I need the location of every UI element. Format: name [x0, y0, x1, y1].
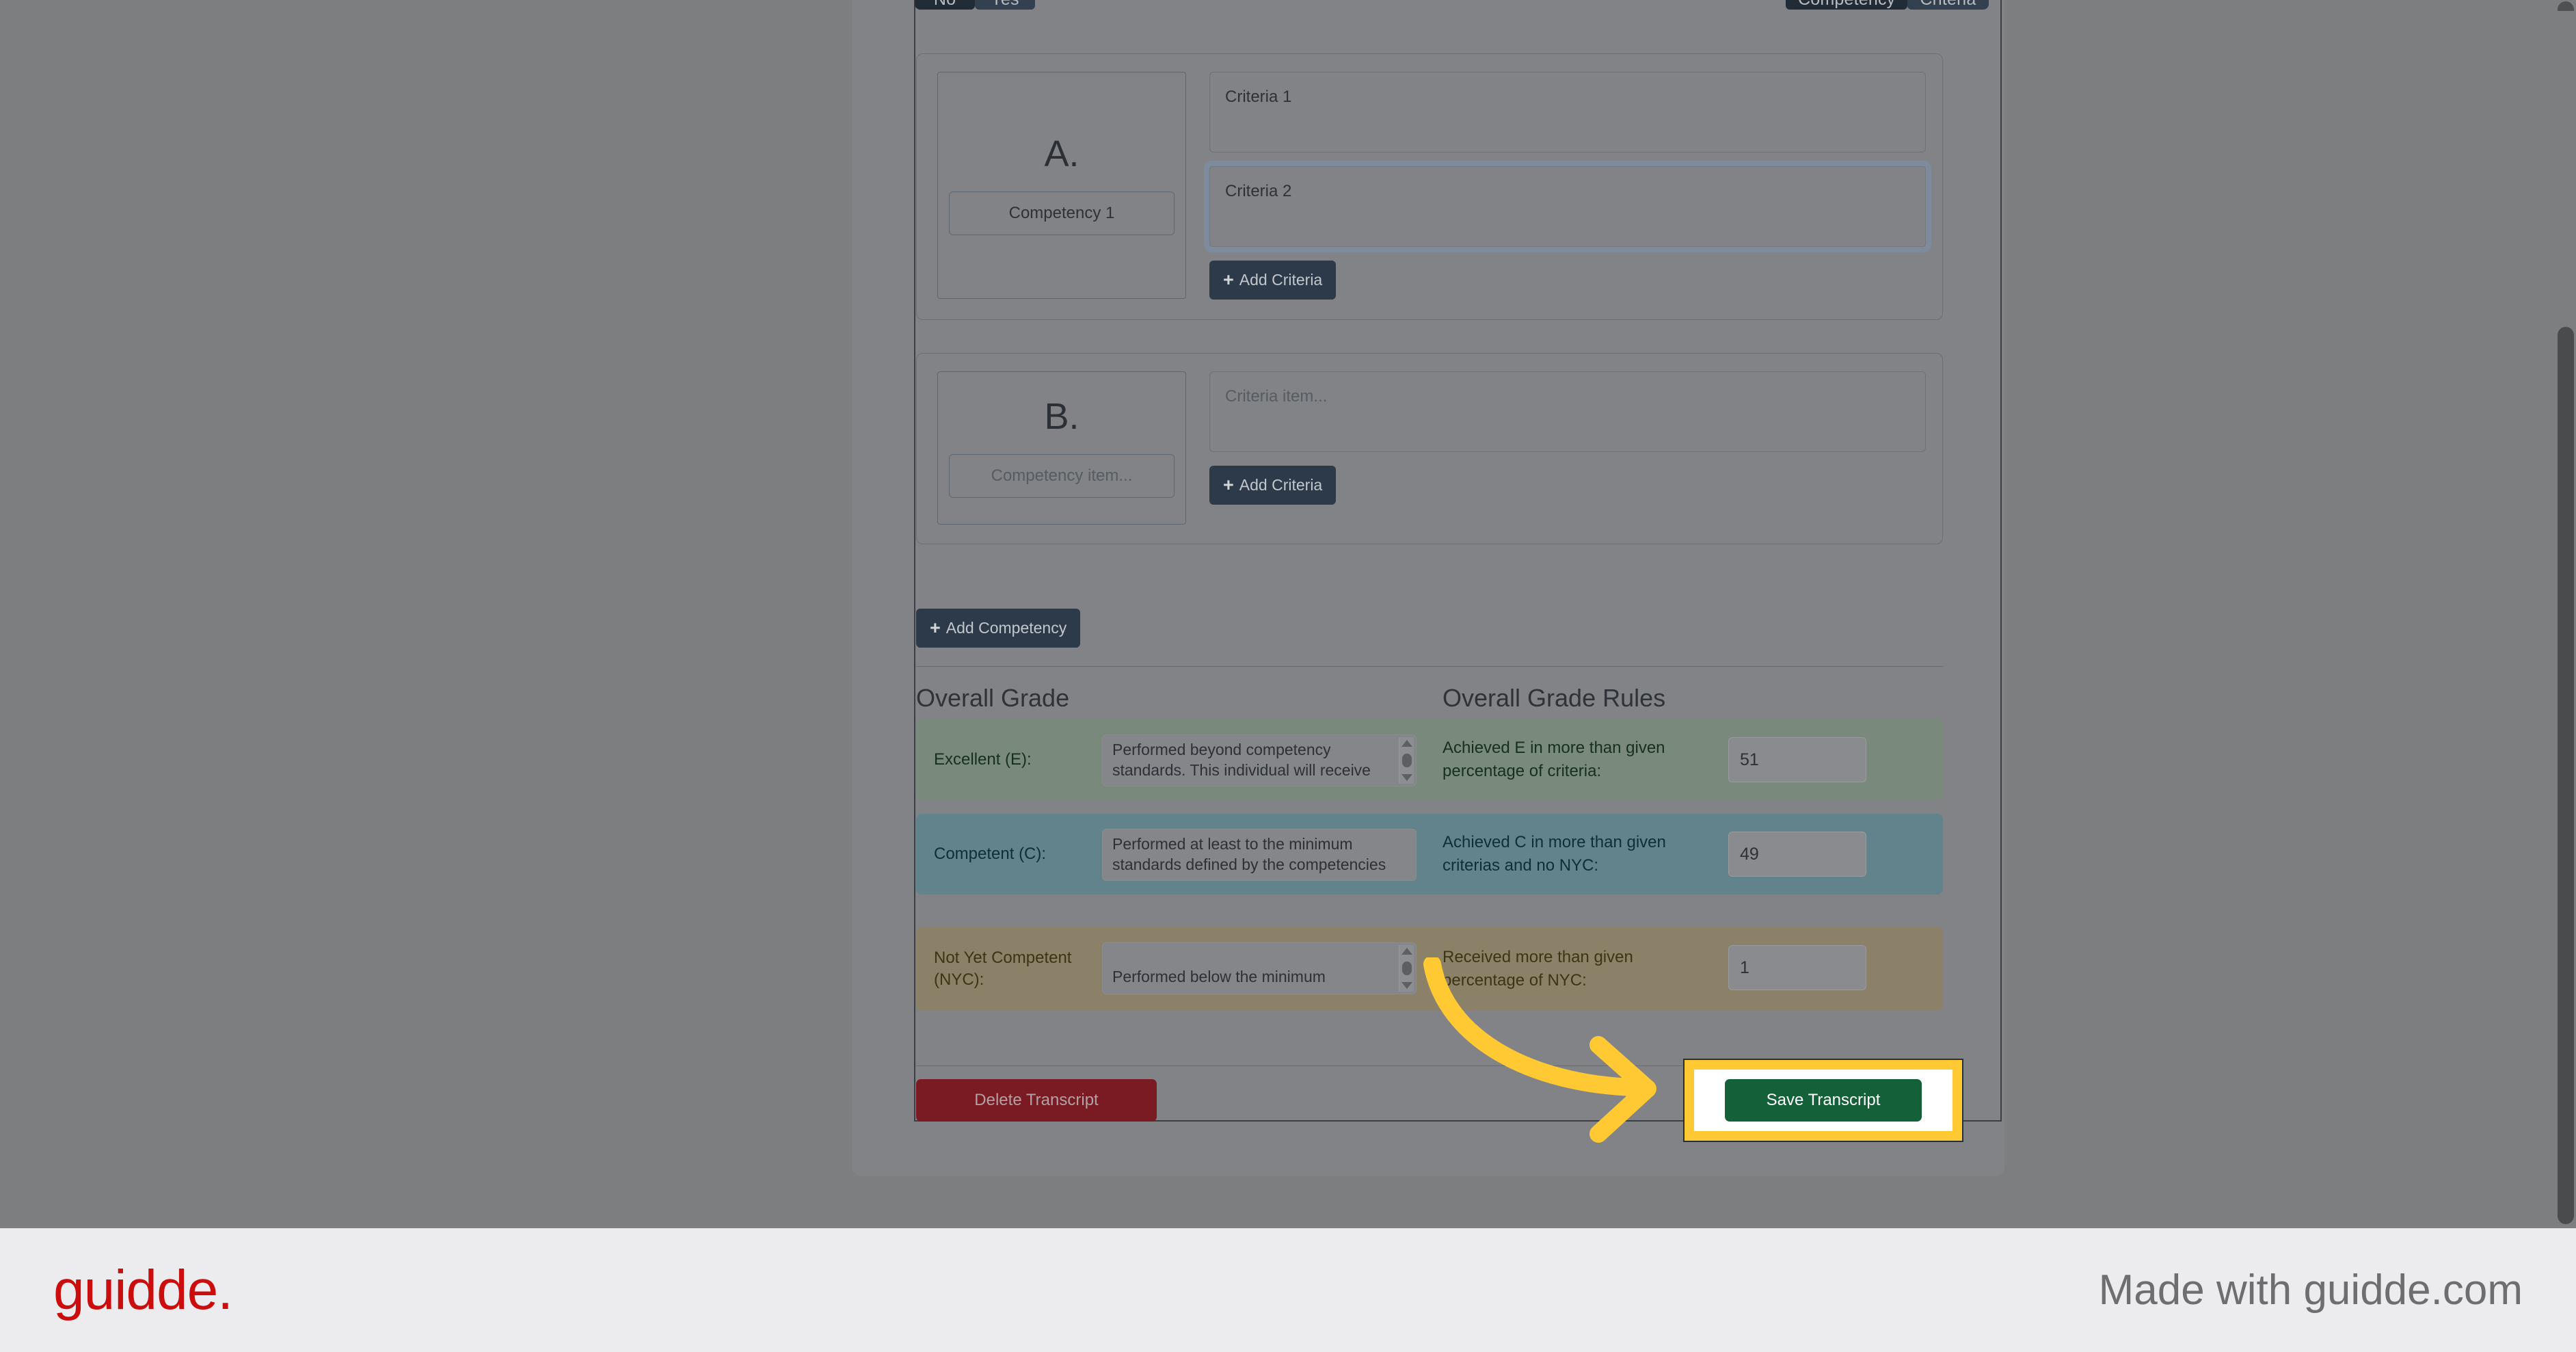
guidde-highlight-box: Save Transcript	[1683, 1059, 1963, 1142]
competency-a-name-input[interactable]: Competency 1	[949, 191, 1175, 235]
grade-label-competent: Competent (C):	[934, 844, 1047, 863]
grade-label-excellent: Excellent (E):	[934, 750, 1032, 769]
grade-description-not-yet-competent[interactable]: Performed below the minimum	[1102, 942, 1417, 994]
toggle-criteria-button[interactable]: Criteria	[1907, 0, 1989, 10]
rule-text-not-yet-competent: Received more than given percentage of N…	[1443, 947, 1633, 990]
competency-a-letter: A.	[1044, 133, 1079, 174]
scroll-down-arrow-icon[interactable]	[1401, 982, 1412, 989]
grade-label-not-yet-competent: Not Yet Competent (NYC):	[934, 948, 1072, 989]
grade-row-not-yet-competent: Not Yet Competent (NYC): Performed below…	[916, 927, 1943, 1011]
criteria-input-a1[interactable]: Criteria 1	[1209, 72, 1926, 153]
criteria-input-b1[interactable]: Criteria item...	[1209, 371, 1926, 452]
rule-value-input-competent[interactable]: 49	[1728, 832, 1866, 877]
grade-description-excellent[interactable]: Performed beyond competency standards. T…	[1102, 734, 1417, 786]
save-transcript-button[interactable]: Save Transcript	[1725, 1079, 1922, 1122]
competency-b-criteria-list: Criteria item... + Add Criteria	[1209, 371, 1926, 505]
grade-row-competent: Competent (C): Performed at least to the…	[916, 814, 1943, 894]
guidde-highlight-inner: Save Transcript	[1694, 1070, 1953, 1131]
divider-above-grades	[916, 666, 1943, 667]
competency-a-criteria-list: Criteria 1 Criteria 2 + Add Criteria	[1209, 72, 1926, 300]
grade-row-excellent: Excellent (E): Performed beyond competen…	[916, 719, 1943, 800]
delete-transcript-button[interactable]: Delete Transcript	[916, 1079, 1157, 1122]
plus-icon: +	[1223, 475, 1234, 495]
toggle-no-button[interactable]: No	[915, 0, 975, 10]
page-scrollbar[interactable]	[2551, 0, 2576, 1228]
add-competency-button[interactable]: + Add Competency	[916, 609, 1081, 648]
scrollbar-top-cap	[2558, 1, 2574, 11]
scroll-up-arrow-icon[interactable]	[1401, 948, 1412, 955]
yes-no-toggle-group[interactable]: No Yes	[915, 0, 1035, 10]
add-competency-label: Add Competency	[945, 619, 1067, 637]
scroll-thumb[interactable]	[1401, 962, 1412, 975]
competency-b-name-input[interactable]: Competency item...	[949, 454, 1175, 498]
competency-b-letter: B.	[1044, 396, 1079, 437]
app-viewport: No Yes Competency Criteria A. Competency…	[0, 0, 2576, 1228]
toggle-competency-button[interactable]: Competency	[1786, 0, 1908, 10]
guidde-logo: guidde.	[53, 1258, 233, 1321]
description-scrollbar-excellent[interactable]	[1399, 737, 1414, 784]
guidde-footer: guidde. Made with guidde.com	[0, 1228, 2576, 1352]
scroll-down-arrow-icon[interactable]	[1401, 774, 1412, 781]
made-with-guidde-text: Made with guidde.com	[2098, 1267, 2523, 1314]
scrollbar-thumb[interactable]	[2558, 327, 2574, 1224]
toggle-yes-button[interactable]: Yes	[975, 0, 1035, 10]
description-scrollbar-nyc[interactable]	[1399, 945, 1414, 992]
plus-icon: +	[1223, 269, 1234, 290]
scroll-thumb[interactable]	[1401, 754, 1412, 767]
plus-icon: +	[930, 618, 941, 638]
overall-grade-rules-heading: Overall Grade Rules	[1443, 684, 1666, 712]
add-criteria-button-a[interactable]: + Add Criteria	[1209, 261, 1337, 300]
rule-text-competent: Achieved C in more than given criterias …	[1443, 832, 1666, 875]
criteria-input-a2[interactable]: Criteria 2	[1209, 166, 1926, 247]
add-criteria-label-a: Add Criteria	[1239, 271, 1323, 289]
add-criteria-label-b: Add Criteria	[1239, 476, 1323, 494]
overall-grade-heading: Overall Grade	[916, 684, 1070, 712]
grade-description-text-competent: Performed at least to the minimum standa…	[1112, 835, 1386, 874]
competency-a-identity: A. Competency 1	[937, 72, 1186, 299]
scroll-up-arrow-icon[interactable]	[1401, 740, 1412, 747]
grade-description-competent[interactable]: Performed at least to the minimum standa…	[1102, 829, 1417, 881]
rule-value-input-not-yet-competent[interactable]: 1	[1728, 945, 1866, 990]
rule-value-input-excellent[interactable]: 51	[1728, 737, 1866, 782]
add-criteria-button-b[interactable]: + Add Criteria	[1209, 466, 1337, 505]
competency-criteria-toggle-group[interactable]: Competency Criteria	[1786, 0, 1989, 10]
competency-b-identity: B. Competency item...	[937, 371, 1186, 525]
competency-block-b: B. Competency item... Criteria item... +…	[916, 353, 1943, 544]
rule-text-excellent: Achieved E in more than given percentage…	[1443, 738, 1665, 780]
grade-description-text-excellent: Performed beyond competency standards. T…	[1112, 741, 1371, 780]
competency-block-a: A. Competency 1 Criteria 1 Criteria 2 + …	[916, 53, 1943, 320]
grade-description-text-nyc: Performed below the minimum	[1112, 967, 1326, 985]
